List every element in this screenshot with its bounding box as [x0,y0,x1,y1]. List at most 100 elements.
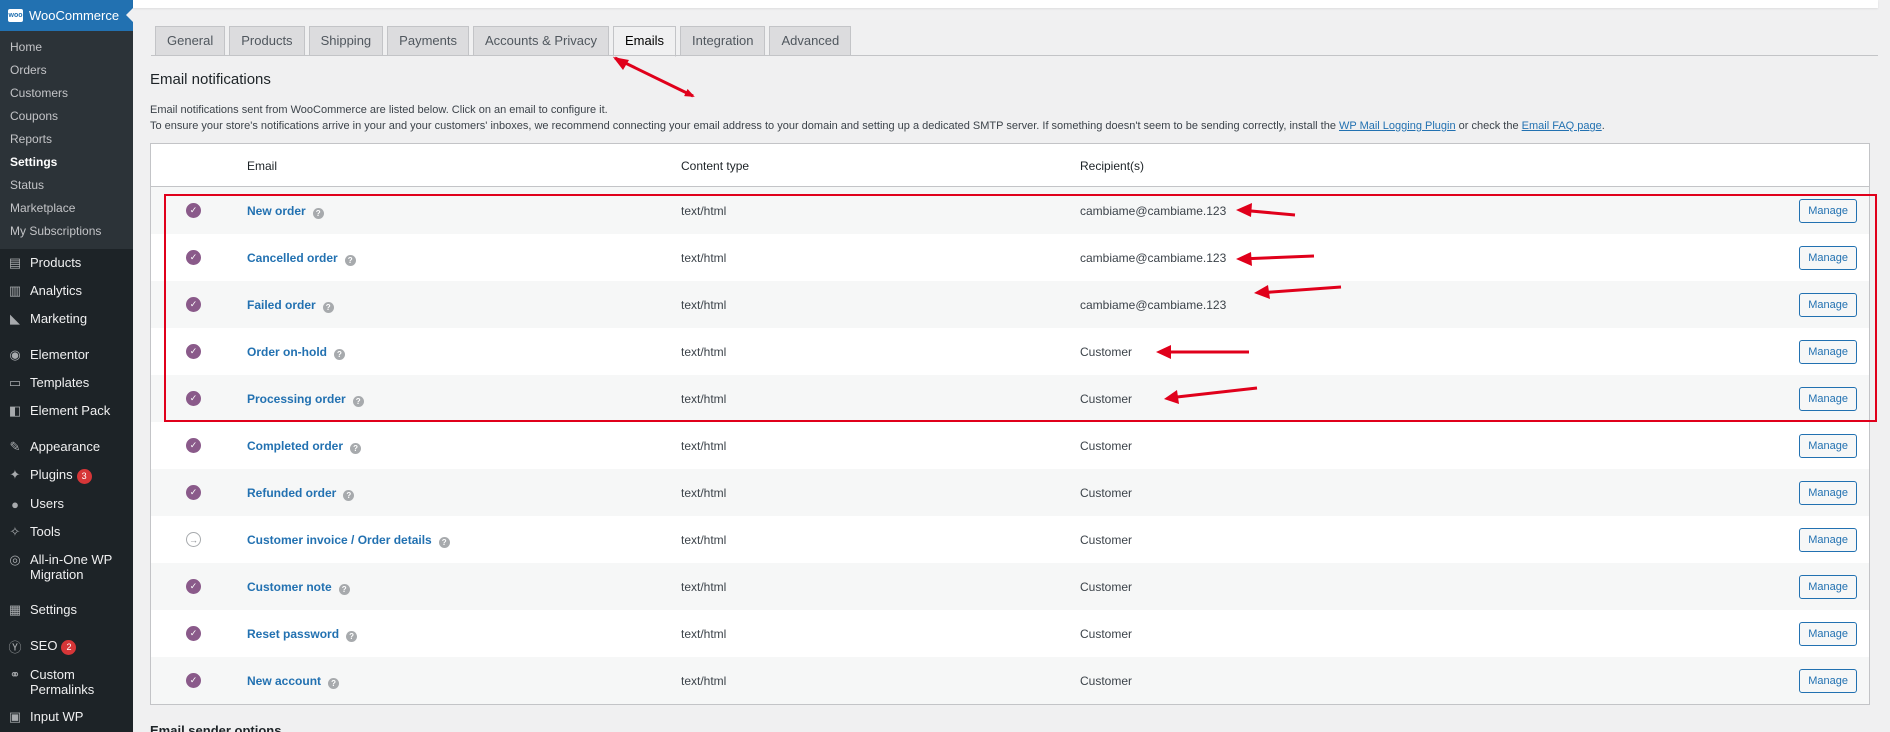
tab-general[interactable]: General [155,26,226,55]
settings-tabs: General Products Shipping Payments Accounts … [155,26,855,57]
help-tip-icon[interactable]: ? [334,349,345,360]
email-name-link[interactable]: Processing order [247,392,346,406]
column-header-recipients: Recipient(s) [1080,159,1145,173]
update-count-badge: 3 [76,469,92,484]
submenu-item-home[interactable]: Home [0,36,133,59]
email-name-link[interactable]: Failed order [247,298,316,312]
table-header: Email Content type Recipient(s) [151,144,1869,187]
help-tip-icon[interactable]: ? [438,537,450,548]
menu-item-marketing[interactable]: ◣ Marketing [0,305,133,333]
email-name-link[interactable]: Refunded order [247,486,336,500]
content-type-cell: text/html [681,345,727,359]
email-name-cell: Customer invoice / Order details? [247,533,450,548]
menu-label: Appearance [30,439,100,454]
tab-shipping[interactable]: Shipping [308,26,384,55]
tab-emails[interactable]: Emails [612,26,676,57]
manual-status-icon: → [186,532,201,547]
email-name-link[interactable]: Completed order [247,439,343,453]
menu-item-input-wp[interactable]: ▣ Input WP [0,703,133,731]
menu-label-text: Appearance [30,439,101,454]
description-text: To ensure your store's notifications arr… [150,120,1339,132]
manage-button[interactable]: Manage [1799,246,1857,270]
email-name-link[interactable]: Order on-hold [247,345,327,359]
submenu-item-marketplace[interactable]: Marketplace [0,197,133,220]
manage-button[interactable]: Manage [1799,340,1857,364]
content-type-cell: text/html [681,204,727,218]
email-name-link[interactable]: Cancelled order [247,251,338,265]
menu-item-elementor[interactable]: ◉ Elementor [0,341,133,369]
menu-label-text: Settings [30,602,77,617]
help-tip-icon[interactable]: ? [350,443,362,454]
menu-item-plugins[interactable]: ✦ Plugins 3 [0,461,133,490]
menu-label: Elementor [30,347,89,362]
tab-products[interactable]: Products [229,26,305,55]
menu-item-products[interactable]: ▤ Products [0,249,133,277]
submenu-item-orders[interactable]: Orders [0,59,133,82]
manage-button[interactable]: Manage [1799,293,1857,317]
tab-advanced[interactable]: Advanced [769,26,852,55]
menu-label: Custom Permalinks [30,667,133,697]
tab-integration[interactable]: Integration [680,26,766,55]
email-name-link[interactable]: Customer invoice / Order details [247,533,432,547]
manage-button[interactable]: Manage [1799,669,1857,693]
email-faq-link[interactable]: Email FAQ page [1522,120,1602,132]
manage-button[interactable]: Manage [1799,481,1857,505]
menu-item-custom-permalinks[interactable]: ⚭ Custom Permalinks [0,661,133,703]
email-name-cell: Refunded order? [247,486,355,501]
menu-item-settings[interactable]: ▦ Settings [0,596,133,624]
email-name-cell: New account? [247,674,340,689]
email-name-link[interactable]: New order [247,204,306,218]
column-header-content-type: Content type [681,159,750,173]
help-tip-icon[interactable]: ? [312,208,324,219]
menu-item-appearance[interactable]: ✎ Appearance [0,433,133,461]
help-tip-icon[interactable]: ? [343,490,355,501]
menu-item-analytics[interactable]: ▥ Analytics [0,277,133,305]
menu-label: Settings [30,602,77,617]
help-tip-icon[interactable]: ? [328,678,340,689]
enabled-check-icon: ✓ [186,673,201,688]
page-title: Email notifications [150,71,271,88]
submenu-item-settings[interactable]: Settings [0,151,133,174]
content-type-cell: text/html [681,251,727,265]
email-name-link[interactable]: Customer note [247,580,332,594]
help-tip-icon[interactable]: ? [344,255,356,266]
tab-accounts-privacy[interactable]: Accounts & Privacy [472,26,609,55]
menu-label-text: Users [30,496,64,511]
manage-button[interactable]: Manage [1799,622,1857,646]
manage-button[interactable]: Manage [1799,199,1857,223]
menu-separator [0,333,133,341]
manage-button[interactable]: Manage [1799,575,1857,599]
email-name-link[interactable]: New account [247,674,321,688]
submenu-item-reports[interactable]: Reports [0,128,133,151]
menu-item-all-in-one-wp-migration[interactable]: ◎ All-in-One WP Migration [0,546,133,588]
tab-payments[interactable]: Payments [387,26,469,55]
manage-button[interactable]: Manage [1799,387,1857,411]
submenu-item-customers[interactable]: Customers [0,82,133,105]
table-row: ✓ Processing order? text/html Customer Manag… [151,375,1869,422]
help-tip-icon[interactable]: ? [346,631,358,642]
wp-mail-logging-link[interactable]: WP Mail Logging Plugin [1339,120,1456,132]
submenu-item-coupons[interactable]: Coupons [0,105,133,128]
top-bar [133,0,1878,8]
email-name-link[interactable]: Reset password [247,627,339,641]
menu-item-templates[interactable]: ▭ Templates [0,369,133,397]
content-type-cell: text/html [681,439,727,453]
manage-button[interactable]: Manage [1799,528,1857,552]
element-pack-icon: ◧ [8,403,22,418]
section-description: Email notifications sent from WooCommerc… [150,102,1870,134]
help-tip-icon[interactable]: ? [352,396,364,407]
menu-item-woocommerce[interactable]: woo WooCommerce [0,0,133,31]
menu-item-element-pack[interactable]: ◧ Element Pack [0,397,133,425]
menu-item-tools[interactable]: ✧ Tools [0,518,133,546]
manage-button[interactable]: Manage [1799,434,1857,458]
help-tip-icon[interactable]: ? [322,302,334,313]
submenu-item-my-subscriptions[interactable]: My Subscriptions [0,220,133,243]
update-count-badge: 2 [61,640,77,655]
submenu-item-status[interactable]: Status [0,174,133,197]
settings-icon: ▦ [8,602,22,617]
wrench-icon: ✧ [9,524,21,539]
help-tip-icon[interactable]: ? [338,584,350,595]
menu-item-seo[interactable]: Ⓨ SEO 2 [0,632,133,661]
menu-item-users[interactable]: ● Users [0,490,133,518]
enabled-check-icon: ✓ [186,438,201,453]
